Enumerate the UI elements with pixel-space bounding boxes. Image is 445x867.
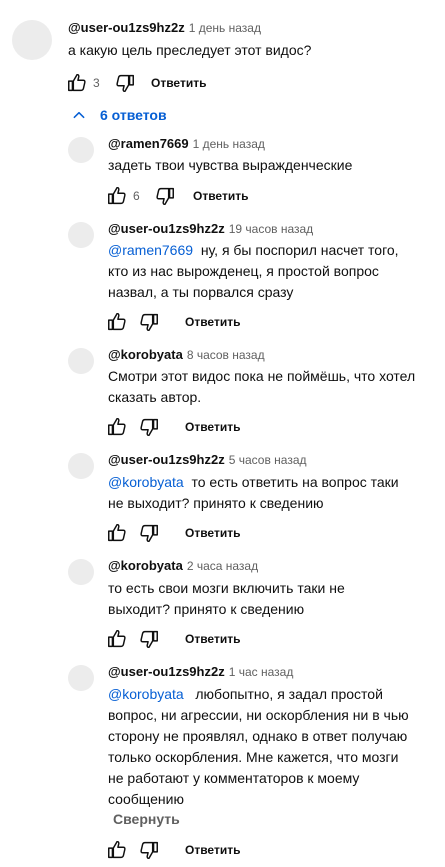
thumbs-up-icon[interactable] — [105, 184, 129, 208]
avatar[interactable] — [68, 559, 94, 585]
thumbs-up-icon[interactable] — [105, 521, 129, 545]
reply-actions: Ответить — [105, 521, 240, 545]
reply-text: Смотри этот видос пока не поймёшь, что х… — [108, 368, 416, 405]
reply-actions: Ответить — [105, 838, 240, 862]
thumbs-up-icon[interactable] — [105, 838, 129, 862]
avatar[interactable] — [68, 137, 94, 163]
avatar[interactable] — [68, 665, 94, 691]
replies-count: 6 ответов — [100, 107, 167, 123]
chevron-up-icon — [73, 111, 85, 119]
thumbs-down-icon[interactable] — [113, 71, 137, 95]
avatar[interactable] — [68, 453, 94, 479]
mention-link[interactable]: @korobyata — [108, 474, 184, 490]
avatar[interactable] — [68, 222, 94, 248]
reply-button[interactable]: Ответить — [185, 843, 240, 857]
reply-header: @user-ou1zs9hz2z 5 часов назад — [108, 452, 307, 468]
thumbs-up-icon[interactable] — [105, 627, 129, 651]
reply-text: @korobyata любопытно, я задал простой во… — [108, 686, 409, 807]
reply-text: @korobyata то есть ответить на вопрос та… — [108, 474, 399, 511]
reply-button[interactable]: Ответить — [193, 189, 248, 203]
reply-actions: Ответить — [105, 627, 240, 651]
comment-actions: 3 Ответить — [65, 71, 206, 95]
avatar[interactable] — [68, 348, 94, 374]
reply-button[interactable]: Ответить — [185, 420, 240, 434]
reply-time[interactable]: 5 часов назад — [229, 453, 307, 467]
reply-button[interactable]: Ответить — [185, 526, 240, 540]
avatar[interactable] — [12, 20, 52, 60]
reply-text: @ramen7669 ну, я бы поспорил насчет того… — [108, 242, 399, 300]
reply-header: @user-ou1zs9hz2z 1 час назад — [108, 664, 293, 680]
thumbs-down-icon[interactable] — [153, 184, 177, 208]
reply-author[interactable]: @ramen7669 — [108, 136, 189, 151]
mention-link[interactable]: @korobyata — [108, 686, 184, 702]
reply-header: @ramen7669 1 день назад — [108, 136, 265, 152]
thumbs-down-icon[interactable] — [137, 838, 161, 862]
comment-text: а какую цель преследует этот видос? — [68, 42, 312, 58]
thumbs-up-icon[interactable] — [105, 310, 129, 334]
reply-time[interactable]: 8 часов назад — [187, 348, 265, 362]
reply-author[interactable]: @korobyata — [108, 558, 183, 573]
reply-actions: 6 Ответить — [105, 184, 248, 208]
reply-text: то есть свои мозги включить таки не выхо… — [108, 580, 345, 617]
reply-author[interactable]: @user-ou1zs9hz2z — [108, 664, 225, 679]
reply-author[interactable]: @user-ou1zs9hz2z — [108, 221, 225, 236]
reply-time[interactable]: 19 часов назад — [229, 222, 313, 236]
comment-author[interactable]: @user-ou1zs9hz2z — [68, 20, 185, 35]
reply-actions: Ответить — [105, 310, 240, 334]
reply-button[interactable]: Ответить — [185, 632, 240, 646]
comment-header: @user-ou1zs9hz2z 1 день назад — [68, 20, 261, 36]
reply-author[interactable]: @korobyata — [108, 347, 183, 362]
thumbs-up-icon[interactable] — [105, 415, 129, 439]
reply-author[interactable]: @user-ou1zs9hz2z — [108, 452, 225, 467]
thumbs-down-icon[interactable] — [137, 627, 161, 651]
thumbs-down-icon[interactable] — [137, 310, 161, 334]
collapse-button[interactable]: Свернуть — [113, 811, 180, 827]
mention-link[interactable]: @ramen7669 — [108, 242, 193, 258]
thumbs-up-icon[interactable] — [65, 71, 89, 95]
comment-time[interactable]: 1 день назад — [189, 21, 261, 35]
comment-thread: @user-ou1zs9hz2z 1 день назад а какую цел… — [0, 0, 445, 867]
reply-header: @korobyata 8 часов назад — [108, 347, 265, 363]
thumbs-down-icon[interactable] — [137, 415, 161, 439]
reply-text: задеть твои чувства выражденческие — [108, 157, 353, 173]
replies-toggle[interactable]: 6 ответов — [72, 107, 167, 123]
reply-button[interactable]: Ответить — [151, 76, 206, 90]
reply-time[interactable]: 1 день назад — [193, 137, 265, 151]
reply-actions: Ответить — [105, 415, 240, 439]
reply-time[interactable]: 1 час назад — [229, 665, 294, 679]
reply-header: @user-ou1zs9hz2z 19 часов назад — [108, 221, 313, 237]
like-count: 3 — [93, 76, 100, 90]
thumbs-down-icon[interactable] — [137, 521, 161, 545]
reply-header: @korobyata 2 часа назад — [108, 558, 258, 574]
reply-button[interactable]: Ответить — [185, 315, 240, 329]
like-count: 6 — [133, 189, 140, 203]
reply-time[interactable]: 2 часа назад — [187, 559, 258, 573]
